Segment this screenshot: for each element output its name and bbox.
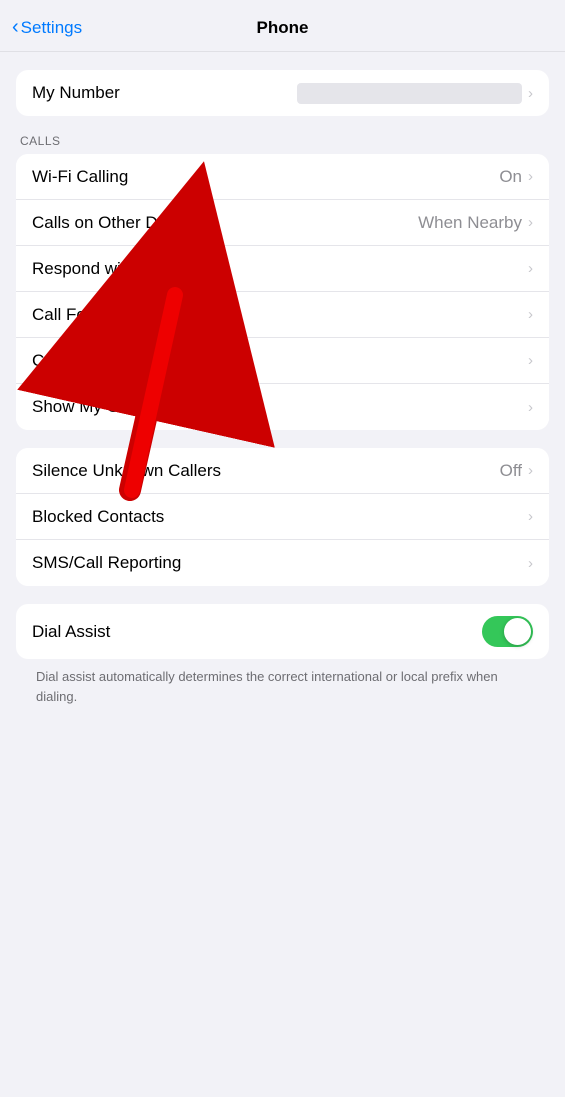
dial-assist-section: Dial Assist Dial assist automatically de… bbox=[0, 604, 565, 722]
call-waiting-label: Call Waiting bbox=[32, 351, 526, 371]
wifi-calling-chevron-icon: › bbox=[528, 168, 533, 185]
my-number-value: ██████████████ bbox=[297, 83, 522, 104]
sms-reporting-row[interactable]: SMS/Call Reporting › bbox=[16, 540, 549, 586]
respond-with-text-label: Respond with Text bbox=[32, 259, 526, 279]
call-forwarding-row[interactable]: Call Forwarding › bbox=[16, 292, 549, 338]
call-waiting-row[interactable]: Call Waiting › bbox=[16, 338, 549, 384]
caller-id-row[interactable]: Show My Caller ID › bbox=[16, 384, 549, 430]
wifi-calling-row[interactable]: Wi-Fi Calling On › bbox=[16, 154, 549, 200]
sms-reporting-right: › bbox=[526, 555, 533, 572]
toggle-knob bbox=[504, 618, 531, 645]
my-number-row[interactable]: My Number ██████████████ › bbox=[16, 70, 549, 116]
caller-id-chevron-icon: › bbox=[528, 399, 533, 416]
privacy-card: Silence Unknown Callers Off › Blocked Co… bbox=[16, 448, 549, 586]
dial-assist-toggle[interactable] bbox=[482, 616, 533, 647]
wifi-calling-right: On › bbox=[499, 167, 533, 187]
wifi-calling-value: On bbox=[499, 167, 522, 187]
silence-unknown-right: Off › bbox=[500, 461, 533, 481]
page-wrapper: ‹ Settings Phone My Number █████████████… bbox=[0, 0, 565, 1097]
call-forwarding-right: › bbox=[526, 306, 533, 323]
my-number-card: My Number ██████████████ › bbox=[16, 70, 549, 116]
page-title: Phone bbox=[257, 18, 309, 38]
my-number-section: My Number ██████████████ › bbox=[0, 70, 565, 116]
calls-other-devices-label: Calls on Other Devices bbox=[32, 213, 418, 233]
silence-unknown-row[interactable]: Silence Unknown Callers Off › bbox=[16, 448, 549, 494]
blocked-contacts-chevron-icon: › bbox=[528, 508, 533, 525]
call-forwarding-label: Call Forwarding bbox=[32, 305, 526, 325]
silence-unknown-label: Silence Unknown Callers bbox=[32, 461, 500, 481]
calls-other-devices-right: When Nearby › bbox=[418, 213, 533, 233]
calls-section-label: CALLS bbox=[16, 134, 549, 148]
call-waiting-right: › bbox=[526, 352, 533, 369]
dial-assist-footer: Dial assist automatically determines the… bbox=[16, 659, 549, 722]
call-waiting-chevron-icon: › bbox=[528, 352, 533, 369]
my-number-label: My Number bbox=[32, 83, 297, 103]
dial-assist-right bbox=[482, 616, 533, 647]
calls-card: Wi-Fi Calling On › Calls on Other Device… bbox=[16, 154, 549, 430]
dial-assist-label: Dial Assist bbox=[32, 622, 482, 642]
silence-unknown-chevron-icon: › bbox=[528, 462, 533, 479]
my-number-right: ██████████████ › bbox=[297, 83, 533, 104]
privacy-section: Silence Unknown Callers Off › Blocked Co… bbox=[0, 448, 565, 586]
back-button[interactable]: ‹ Settings bbox=[12, 16, 82, 39]
silence-unknown-value: Off bbox=[500, 461, 522, 481]
sms-reporting-label: SMS/Call Reporting bbox=[32, 553, 526, 573]
sms-reporting-chevron-icon: › bbox=[528, 555, 533, 572]
calls-other-devices-chevron-icon: › bbox=[528, 214, 533, 231]
calls-other-devices-row[interactable]: Calls on Other Devices When Nearby › bbox=[16, 200, 549, 246]
back-chevron-icon: ‹ bbox=[12, 16, 19, 39]
blocked-contacts-label: Blocked Contacts bbox=[32, 507, 526, 527]
wifi-calling-label: Wi-Fi Calling bbox=[32, 167, 499, 187]
dial-assist-card: Dial Assist bbox=[16, 604, 549, 659]
caller-id-label: Show My Caller ID bbox=[32, 397, 526, 417]
respond-with-text-chevron-icon: › bbox=[528, 260, 533, 277]
back-label: Settings bbox=[21, 18, 82, 38]
blocked-contacts-right: › bbox=[526, 508, 533, 525]
respond-with-text-row[interactable]: Respond with Text › bbox=[16, 246, 549, 292]
dial-assist-row[interactable]: Dial Assist bbox=[16, 604, 549, 659]
caller-id-right: › bbox=[526, 399, 533, 416]
blocked-contacts-row[interactable]: Blocked Contacts › bbox=[16, 494, 549, 540]
my-number-chevron-icon: › bbox=[528, 85, 533, 102]
call-forwarding-chevron-icon: › bbox=[528, 306, 533, 323]
nav-bar: ‹ Settings Phone bbox=[0, 0, 565, 52]
calls-section: CALLS Wi-Fi Calling On › Calls on Other … bbox=[0, 134, 565, 430]
calls-other-devices-value: When Nearby bbox=[418, 213, 522, 233]
respond-with-text-right: › bbox=[526, 260, 533, 277]
